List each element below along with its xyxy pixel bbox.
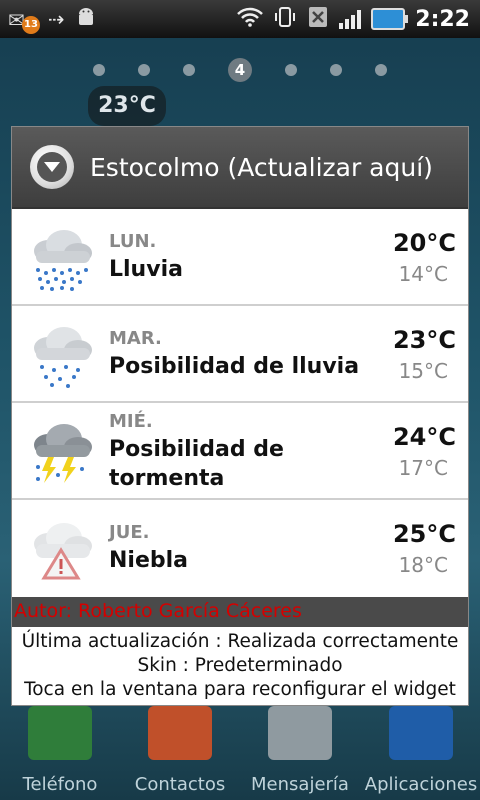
forecast-high: 23°C: [392, 326, 456, 354]
dialog-header[interactable]: Estocolmo (Actualizar aquí): [12, 127, 468, 209]
forecast-high: 20°C: [392, 229, 456, 257]
forecast-row[interactable]: JUE. Niebla 25°C 18°C: [12, 500, 468, 597]
notification-count: 13: [22, 16, 40, 34]
author-label: Autor: Roberto García Cáceres: [14, 600, 302, 622]
usb-icon: ⇢: [48, 7, 65, 31]
background-widget-temperature: 23°C: [88, 86, 166, 126]
applications-app[interactable]: Aplicaciones: [362, 706, 480, 795]
info-text[interactable]: Última actualización : Realizada correct…: [12, 630, 468, 702]
phone-icon: [28, 706, 92, 760]
forecast-desc: Posibilidad de tormenta: [109, 437, 284, 491]
author-bar: Autor: Roberto García Cáceres: [12, 597, 468, 627]
contacts-icon: [148, 706, 212, 760]
app-label: Contactos: [134, 774, 226, 795]
clock: 2:22: [415, 6, 470, 32]
contacts-app[interactable]: Contactos: [125, 706, 235, 795]
storm-cloud-icon: [26, 417, 96, 487]
forecast-row[interactable]: MAR. Posibilidad de lluvia 23°C 15°C: [12, 306, 468, 403]
page-dot[interactable]: [93, 64, 105, 76]
fog-warning-icon: [26, 514, 96, 584]
forecast-day: LUN.: [109, 231, 157, 252]
dropdown-icon[interactable]: [30, 145, 74, 189]
current-page-dot: 4: [228, 58, 252, 82]
forecast-low: 15°C: [398, 359, 448, 383]
forecast-high: 24°C: [392, 423, 456, 451]
forecast-day: MAR.: [109, 328, 162, 349]
forecast-desc: Posibilidad de lluvia: [109, 354, 360, 379]
android-debug-icon: [75, 6, 97, 33]
forecast-desc: Lluvia: [109, 257, 183, 282]
phone-app[interactable]: Teléfono: [5, 706, 115, 795]
battery-charging-icon: [371, 8, 409, 30]
forecast-row[interactable]: LUN. Lluvia 20°C 14°C: [12, 209, 468, 306]
forecast-low: 17°C: [398, 456, 448, 480]
signal-icon: [339, 9, 362, 29]
weather-dialog[interactable]: Estocolmo (Actualizar aquí) LUN. Lluvia …: [11, 126, 469, 706]
page-dot[interactable]: [285, 64, 297, 76]
app-grid-icon: [389, 706, 453, 760]
forecast-low: 14°C: [398, 262, 448, 286]
page-dot[interactable]: [330, 64, 342, 76]
page-dot[interactable]: [375, 64, 387, 76]
last-update-line: Última actualización : Realizada correct…: [21, 631, 459, 652]
rain-cloud-icon: [26, 223, 96, 293]
app-dock: Teléfono Contactos Mensajería Aplicacion…: [0, 706, 480, 800]
wifi-icon: [237, 7, 264, 32]
app-label: Mensajería: [251, 774, 349, 795]
forecast-day: MIÉ.: [109, 411, 153, 432]
forecast-high: 25°C: [392, 520, 456, 548]
forecast-low: 18°C: [398, 553, 448, 577]
vibrate-icon: [273, 5, 297, 34]
notification-icon[interactable]: ✉ 13: [8, 6, 40, 34]
forecast-day: JUE.: [109, 522, 150, 543]
light-rain-cloud-icon: [26, 320, 96, 390]
page-dot[interactable]: [138, 64, 150, 76]
envelope-icon: [268, 706, 332, 760]
skin-line: Skin : Predeterminado: [137, 655, 343, 676]
messaging-app[interactable]: Mensajería: [245, 706, 355, 795]
status-bar: ✉ 13 ⇢ 2:22: [0, 0, 480, 38]
page-indicator: 4: [0, 58, 480, 82]
reconfigure-hint: Toca en la ventana para reconfigurar el …: [24, 679, 456, 700]
forecast-row[interactable]: MIÉ. Posibilidad de tormenta 24°C 17°C: [12, 403, 468, 500]
dialog-title[interactable]: Estocolmo (Actualizar aquí): [90, 153, 433, 182]
app-label: Teléfono: [22, 774, 98, 795]
app-label: Aplicaciones: [364, 774, 478, 795]
page-dot[interactable]: [183, 64, 195, 76]
no-sim-icon: [307, 5, 329, 34]
forecast-desc: Niebla: [109, 548, 189, 573]
